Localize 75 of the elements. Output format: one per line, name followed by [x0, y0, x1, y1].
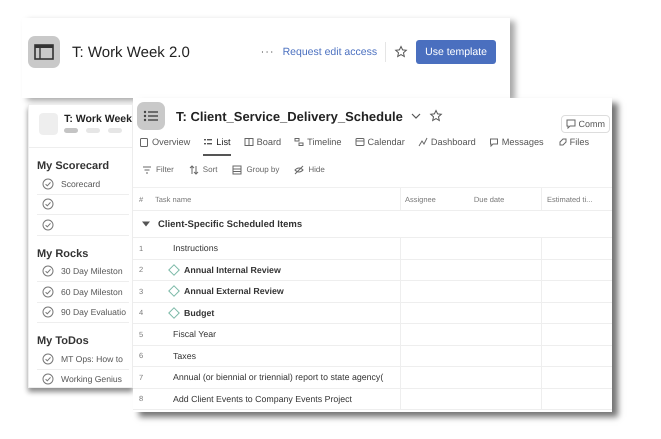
check-circle-icon	[42, 373, 54, 386]
task-name[interactable]: Annual (or biennial or triennial) report to state agency(	[173, 372, 384, 382]
view-tab[interactable]: Calendar	[354, 137, 405, 154]
tool-icon	[294, 165, 304, 175]
check-circle-icon	[42, 286, 54, 298]
view-tab[interactable]: List	[203, 137, 231, 156]
tab-icon	[556, 137, 567, 147]
task-name[interactable]: Taxes	[173, 350, 196, 361]
check-circle-icon	[42, 218, 54, 231]
diamond-icon	[168, 264, 180, 276]
view-tab[interactable]: Dashboard	[418, 137, 476, 154]
list-glyph-icon	[143, 110, 159, 122]
view-tab[interactable]: Timeline	[294, 137, 342, 154]
use-template-button[interactable]: Use template	[416, 40, 496, 64]
check-circle-icon	[42, 198, 54, 210]
project-title: T: Work Week 2.0	[72, 44, 190, 60]
diamond-icon	[168, 285, 180, 298]
task-row[interactable]: Working Genius	[37, 370, 129, 387]
task-name: Working Genius	[61, 374, 122, 384]
section-title: Client-Specific Scheduled Items	[158, 218, 302, 230]
section-heading: My Scorecard	[37, 159, 110, 174]
diamond-icon	[168, 306, 180, 319]
tab-icon	[418, 137, 428, 147]
request-edit-access-link[interactable]: Request edit access	[282, 46, 378, 58]
star-icon	[394, 45, 408, 59]
task-name: 30 Day Mileston	[61, 266, 123, 276]
tab-icon	[294, 137, 304, 147]
tab-icon	[244, 137, 254, 147]
tab-placeholder	[108, 128, 122, 133]
star-icon	[428, 109, 443, 123]
check-circle-icon	[42, 265, 54, 278]
check-circle-icon	[42, 306, 54, 318]
toolbar-button[interactable]: Hide	[294, 165, 325, 177]
comment-button[interactable]: Comm	[560, 115, 610, 133]
tab-icon	[354, 137, 365, 147]
more-options[interactable]: ···	[260, 46, 275, 58]
tab-icon	[488, 137, 499, 147]
check-circle-icon	[42, 178, 54, 190]
tab-icon	[139, 137, 149, 147]
toolbar-button[interactable]: Sort	[188, 165, 218, 177]
sidebar-title: T: Work Week	[64, 113, 132, 125]
task-row[interactable]: 30 Day Mileston	[37, 262, 129, 282]
task-name: 60 Day Mileston	[61, 286, 123, 297]
toolbar-button[interactable]: Group by	[232, 165, 280, 177]
check-circle-icon	[42, 352, 54, 365]
task-row[interactable]: 90 Day Evaluatio	[37, 302, 129, 323]
tab-placeholder	[64, 128, 78, 133]
window-glyph-icon	[34, 44, 54, 60]
task-name: 90 Day Evaluatio	[61, 307, 126, 318]
toolbar-button[interactable]: Filter	[142, 165, 174, 177]
tab-placeholder	[86, 128, 100, 133]
view-tab[interactable]: Board	[244, 137, 282, 154]
task-name: Scorecard	[61, 178, 100, 189]
task-name[interactable]: Add Client Events to Company Events Project	[173, 394, 352, 404]
task-name: MT Ops: How to	[61, 354, 123, 364]
task-row[interactable]: Scorecard	[37, 174, 129, 194]
section-heading: My ToDos	[37, 334, 90, 349]
tool-icon	[232, 165, 242, 175]
task-name[interactable]: Instructions	[173, 243, 218, 254]
milestone-name[interactable]: Budget	[184, 308, 214, 318]
milestone-name[interactable]: Annual External Review	[184, 286, 284, 296]
view-tab[interactable]: Files	[556, 137, 590, 154]
view-tab[interactable]: Overview	[139, 137, 190, 154]
task-row[interactable]: 60 Day Mileston	[37, 282, 129, 302]
tab-icon	[203, 137, 214, 147]
chevron-down-icon	[410, 113, 421, 119]
tool-icon	[188, 165, 199, 175]
task-name[interactable]: Fiscal Year	[173, 329, 216, 340]
task-row[interactable]: MT Ops: How to	[37, 349, 129, 370]
tool-icon	[142, 165, 152, 175]
view-tab[interactable]: Messages	[488, 137, 544, 154]
section-heading: My Rocks	[37, 246, 90, 262]
speech-bubble-icon	[566, 119, 576, 129]
milestone-name[interactable]: Annual Internal Review	[184, 264, 281, 275]
project-title: T: Client_Service_Delivery_Schedule	[176, 108, 403, 124]
